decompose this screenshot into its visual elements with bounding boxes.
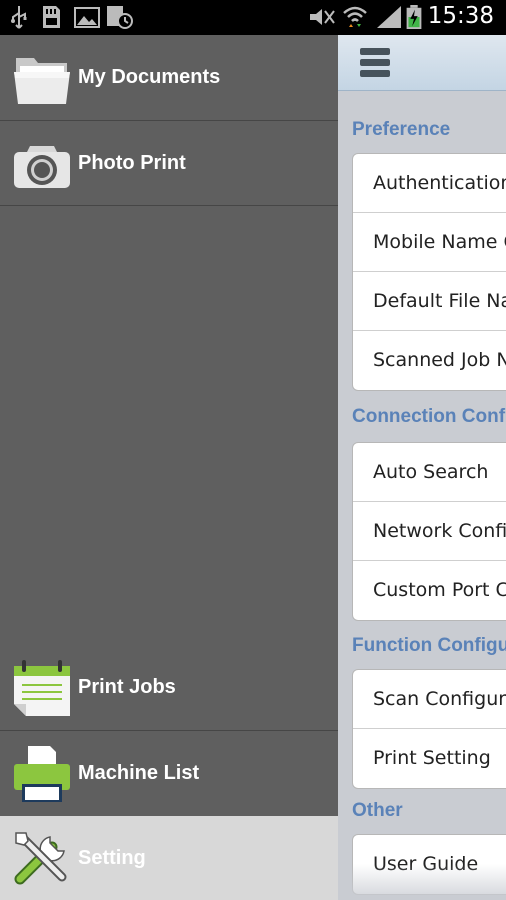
setting-item-label: Default File Na (373, 290, 506, 312)
drawer-item-photo-print[interactable]: Photo Print (0, 121, 338, 206)
navigation-drawer: My Documents Photo Print Print Jobs Mach… (0, 35, 338, 900)
setting-item-scan-config[interactable]: Scan Configur (353, 670, 506, 729)
settings-card-function: Scan Configur Print Setting (352, 669, 506, 789)
section-header-function: Function Configu (352, 635, 506, 656)
camera-icon (14, 146, 70, 188)
setting-item-auto-search[interactable]: Auto Search (353, 443, 506, 502)
tools-icon (14, 832, 67, 885)
setting-item-label: Scanned Job N (373, 349, 506, 371)
folder-icon (14, 58, 70, 104)
setting-item-print-setting[interactable]: Print Setting (353, 729, 506, 788)
usb-icon (11, 6, 27, 29)
setting-item-label: User Guide (373, 853, 479, 875)
settings-card-other: User Guide (352, 834, 506, 895)
setting-item-mobile-name[interactable]: Mobile Name C (353, 213, 506, 272)
drawer-item-label: Photo Print (78, 152, 186, 174)
wifi-icon (343, 6, 367, 27)
setting-item-label: Network Confi (373, 520, 506, 542)
drawer-item-label: My Documents (78, 66, 221, 88)
setting-item-label: Auto Search (373, 461, 489, 483)
sd-card-icon (43, 6, 60, 28)
battery-charging-icon (406, 5, 422, 29)
notepad-icon (14, 660, 70, 716)
mute-icon (310, 9, 335, 25)
divider (0, 205, 338, 206)
settings-pane: Preference Authentication Mobile Name C … (338, 35, 506, 900)
signal-icon (377, 6, 401, 28)
setting-item-default-file-name[interactable]: Default File Na (353, 272, 506, 331)
section-header-other: Other (352, 800, 403, 821)
setting-item-authentication[interactable]: Authentication (353, 154, 506, 213)
setting-item-custom-port[interactable]: Custom Port C (353, 561, 506, 620)
setting-item-label: Authentication (373, 172, 506, 194)
setting-item-label: Print Setting (373, 747, 491, 769)
setting-item-label: Mobile Name C (373, 231, 506, 253)
settings-card-connection: Auto Search Network Confi Custom Port C (352, 442, 506, 621)
section-header-preference: Preference (352, 119, 451, 140)
drawer-item-setting[interactable]: Setting (0, 816, 338, 900)
gallery-icon (74, 7, 100, 28)
drawer-item-label: Machine List (78, 762, 200, 784)
setting-item-scanned-job[interactable]: Scanned Job N (353, 331, 506, 390)
drawer-item-label: Print Jobs (78, 676, 176, 698)
action-bar (338, 35, 506, 91)
setting-item-label: Custom Port C (373, 579, 506, 601)
drawer-item-my-documents[interactable]: My Documents (0, 35, 338, 120)
settings-card-preference: Authentication Mobile Name C Default Fil… (352, 153, 506, 391)
section-header-connection: Connection Conf (352, 406, 506, 427)
setting-item-network-config[interactable]: Network Confi (353, 502, 506, 561)
setting-item-label: Scan Configur (373, 688, 506, 710)
drawer-item-print-jobs[interactable]: Print Jobs (0, 645, 338, 730)
drawer-item-label: Setting (78, 847, 146, 869)
clock-time: 15:38 (427, 3, 494, 29)
printer-icon (14, 746, 70, 802)
alarm-icon (107, 6, 133, 29)
drawer-item-machine-list[interactable]: Machine List (0, 731, 338, 816)
status-bar: 15:38 (0, 0, 506, 35)
menu-icon[interactable] (360, 48, 390, 80)
setting-item-user-guide[interactable]: User Guide (353, 835, 506, 894)
